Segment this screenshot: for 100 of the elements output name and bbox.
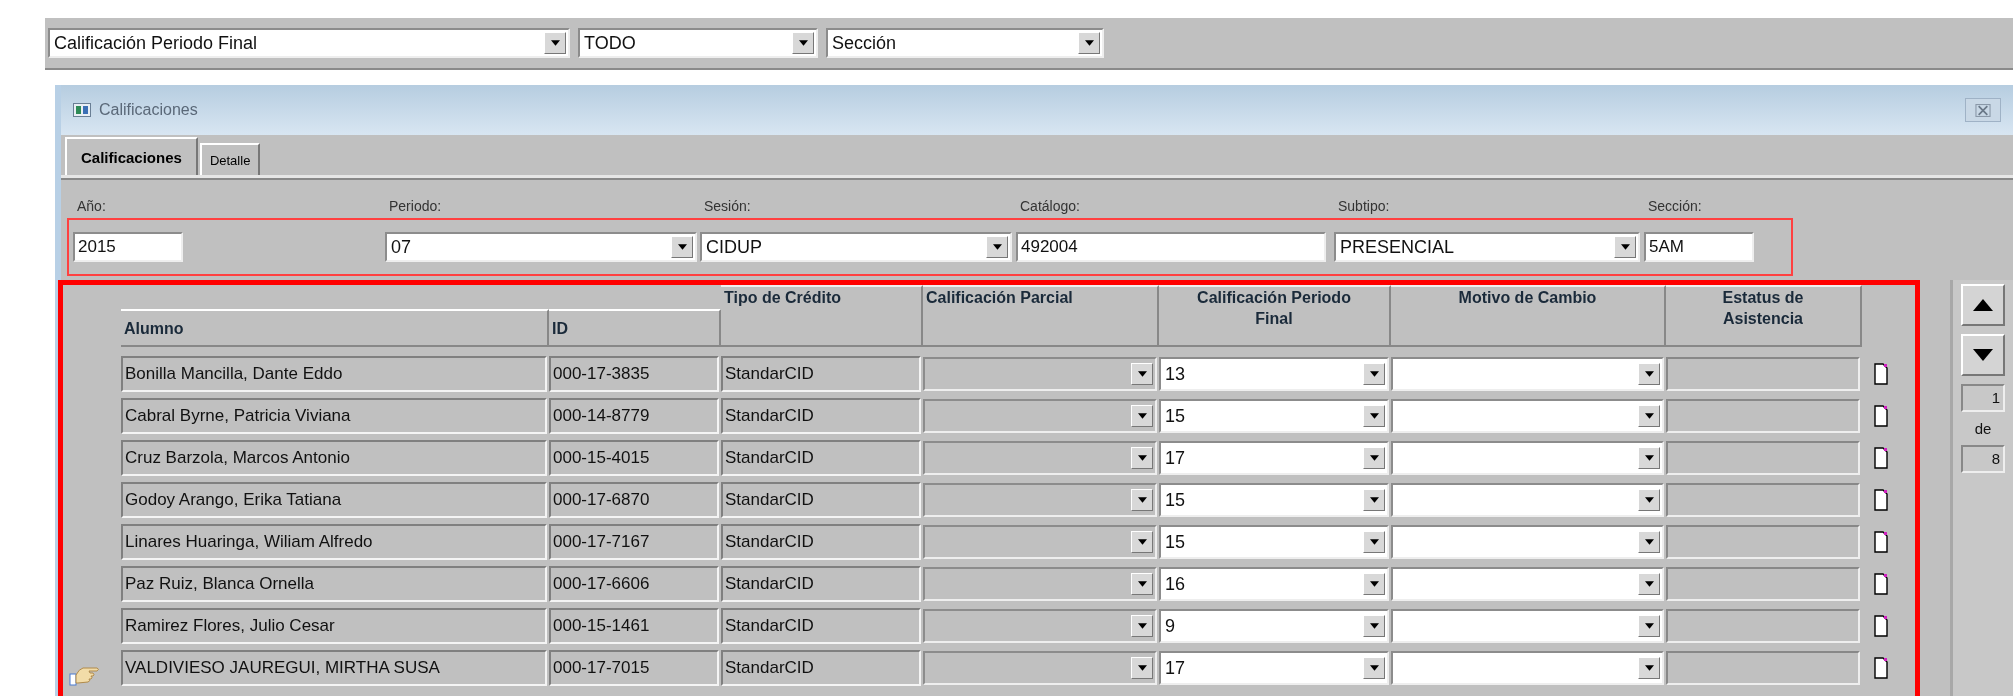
dropdown-button[interactable] [1363, 447, 1385, 469]
select-field[interactable] [1391, 441, 1664, 475]
document-icon[interactable] [1874, 531, 1888, 553]
grade-dropdown[interactable]: 15 [1159, 399, 1389, 433]
dropdown-button[interactable] [1131, 489, 1153, 511]
column-header: Calificación Parcial [923, 285, 1159, 347]
dropdown-button[interactable] [1131, 573, 1153, 595]
dropdown-button[interactable] [1363, 615, 1385, 637]
filter-dropdown[interactable]: Sección [826, 28, 1104, 58]
column-header: ID [549, 309, 721, 347]
select-field[interactable] [1391, 399, 1664, 433]
select-field[interactable] [1391, 525, 1664, 559]
input-field[interactable]: 5AM [1644, 232, 1754, 262]
caret-icon [1369, 413, 1379, 419]
table-cell: Paz Ruiz, Blanca Ornella [121, 566, 547, 602]
select-field[interactable] [923, 567, 1157, 601]
dropdown-button[interactable] [1638, 531, 1660, 553]
dropdown-button[interactable] [1363, 657, 1385, 679]
document-icon[interactable] [1874, 489, 1888, 511]
grade-dropdown[interactable]: 15 [1159, 525, 1389, 559]
grade-dropdown[interactable]: 15 [1159, 483, 1389, 517]
caret-icon [1084, 40, 1094, 46]
dropdown-button[interactable] [1363, 489, 1385, 511]
table-cell: 000-17-7015 [549, 650, 719, 686]
caret-icon [1644, 455, 1654, 461]
dropdown-button[interactable] [671, 236, 693, 258]
page-field[interactable]: 1 [1961, 384, 2006, 412]
dropdown-button[interactable] [1638, 615, 1660, 637]
field-label: Sección: [1648, 198, 1703, 216]
dropdown-button[interactable] [1638, 489, 1660, 511]
dropdown-button[interactable] [1131, 363, 1153, 385]
field-label: Sesión: [704, 198, 752, 216]
document-icon[interactable] [1874, 615, 1888, 637]
table-cell: StandarCID [721, 440, 921, 476]
select-field[interactable] [1391, 651, 1664, 685]
dropdown-button[interactable] [1638, 363, 1660, 385]
caret-icon [1369, 665, 1379, 671]
grade-dropdown[interactable]: 17 [1159, 441, 1389, 475]
select-field[interactable]: 07 [385, 232, 697, 262]
scroll-down-button[interactable] [1961, 334, 2006, 376]
column-header: Alumno [121, 309, 549, 347]
select-field[interactable] [1391, 567, 1664, 601]
select-field[interactable] [923, 399, 1157, 433]
grade-dropdown[interactable]: 13 [1159, 357, 1389, 391]
document-icon[interactable] [1874, 363, 1888, 385]
dropdown-button[interactable] [544, 32, 566, 54]
select-field[interactable] [923, 357, 1157, 391]
document-icon[interactable] [1874, 657, 1888, 679]
dropdown-button[interactable] [1363, 573, 1385, 595]
input-field[interactable]: 492004 [1016, 232, 1326, 262]
dropdown-button[interactable] [1638, 573, 1660, 595]
document-icon[interactable] [1874, 405, 1888, 427]
dropdown-button[interactable] [1638, 657, 1660, 679]
filter-dropdown[interactable]: TODO [578, 28, 818, 58]
select-field[interactable] [1391, 483, 1664, 517]
caret-icon [1137, 371, 1147, 377]
select-field[interactable] [923, 651, 1157, 685]
dropdown-button[interactable] [1363, 531, 1385, 553]
dropdown-button[interactable] [1131, 405, 1153, 427]
caret-icon [1620, 244, 1630, 250]
tab[interactable]: Calificaciones [65, 137, 198, 175]
scroll-up-button[interactable] [1961, 284, 2006, 326]
dropdown-button[interactable] [1638, 447, 1660, 469]
table-cell: StandarCID [721, 356, 921, 392]
dropdown-button[interactable] [1131, 531, 1153, 553]
caret-icon [1644, 539, 1654, 545]
close-button[interactable] [1965, 98, 2001, 122]
table-cell: 000-17-7167 [549, 524, 719, 560]
select-field[interactable] [923, 441, 1157, 475]
document-icon[interactable] [1874, 447, 1888, 469]
table-cell: Cruz Barzola, Marcos Antonio [121, 440, 547, 476]
grade-dropdown[interactable]: 9 [1159, 609, 1389, 643]
select-field[interactable]: CIDUP [700, 232, 1012, 262]
dropdown-button[interactable] [1363, 363, 1385, 385]
dropdown-button[interactable] [986, 236, 1008, 258]
dropdown-button[interactable] [1363, 405, 1385, 427]
dropdown-button[interactable] [1614, 236, 1636, 258]
grade-dropdown[interactable]: 17 [1159, 651, 1389, 685]
tab[interactable]: Detalle [199, 143, 261, 175]
input-field[interactable]: 2015 [73, 232, 183, 262]
dropdown-button[interactable] [792, 32, 814, 54]
select-field[interactable] [923, 609, 1157, 643]
select-field[interactable] [1391, 357, 1664, 391]
grade-dropdown[interactable]: 16 [1159, 567, 1389, 601]
caret-icon [550, 40, 560, 46]
dropdown-button[interactable] [1078, 32, 1100, 54]
table-cell: 000-17-3835 [549, 356, 719, 392]
filter-dropdown[interactable]: Calificación Periodo Final [48, 28, 570, 58]
select-field[interactable] [923, 483, 1157, 517]
select-field[interactable] [923, 525, 1157, 559]
field-label: Subtipo: [1338, 198, 1391, 216]
table-cell: VALDIVIESO JAUREGUI, MIRTHA SUSA [121, 650, 547, 686]
dropdown-button[interactable] [1131, 615, 1153, 637]
caret-icon [1137, 455, 1147, 461]
select-field[interactable]: PRESENCIAL [1334, 232, 1640, 262]
select-field[interactable] [1391, 609, 1664, 643]
document-icon[interactable] [1874, 573, 1888, 595]
dropdown-button[interactable] [1638, 405, 1660, 427]
dropdown-button[interactable] [1131, 447, 1153, 469]
dropdown-button[interactable] [1131, 657, 1153, 679]
